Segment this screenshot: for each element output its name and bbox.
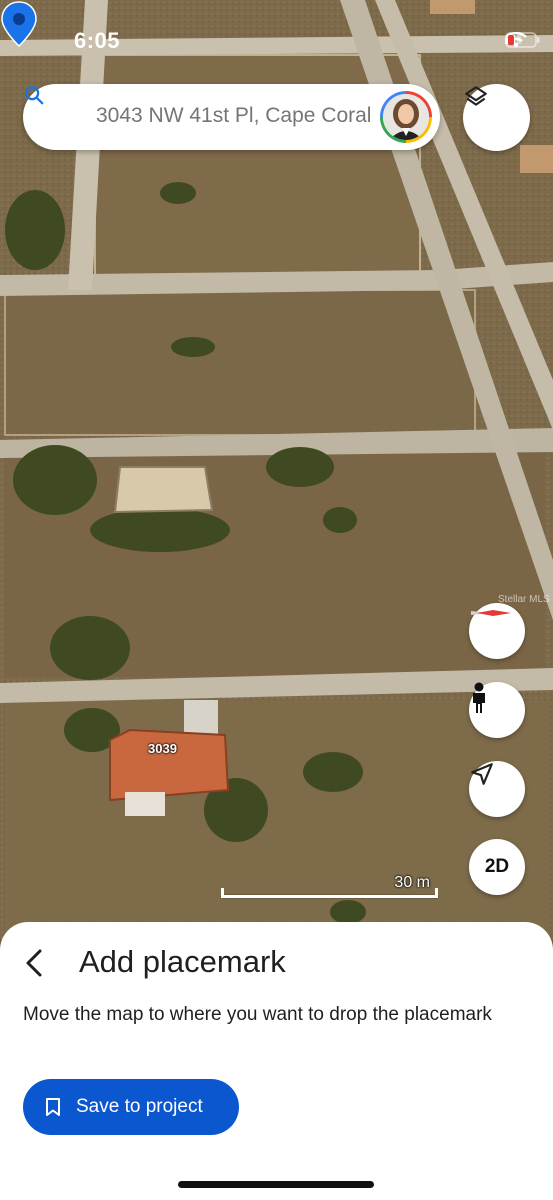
house-number-label: 3039 [148, 741, 177, 756]
battery-icon [505, 32, 540, 48]
home-indicator[interactable] [178, 1181, 374, 1188]
back-arrow-icon[interactable] [18, 946, 50, 980]
compass-button[interactable] [469, 603, 525, 659]
my-location-button[interactable] [469, 761, 525, 817]
scale-tick-right [435, 888, 438, 898]
placemark-pin-icon[interactable] [0, 0, 38, 48]
street-view-button[interactable] [469, 682, 525, 738]
search-bar[interactable]: 3043 NW 41st Pl, Cape Coral [23, 84, 440, 150]
status-time: 6:05 [74, 28, 121, 53]
search-input[interactable]: 3043 NW 41st Pl, Cape Coral [96, 104, 381, 128]
scale-bar [221, 895, 438, 898]
my-location-icon [471, 763, 493, 785]
save-to-project-button[interactable]: Save to project [23, 1079, 239, 1135]
scale-tick-left [221, 888, 224, 898]
map-scale: 30 m [221, 874, 438, 898]
sheet-description: Move the map to where you want to drop t… [23, 1004, 492, 1025]
layers-icon [465, 86, 487, 106]
view-mode-button[interactable]: 2D [469, 839, 525, 895]
compass-icon [471, 610, 511, 616]
pegman-icon [473, 682, 485, 713]
bookmark-icon [46, 1098, 60, 1116]
sheet-title: Add placemark [79, 944, 286, 979]
save-button-label: Save to project [76, 1096, 203, 1117]
layers-button[interactable] [463, 84, 530, 151]
add-placemark-sheet: Add placemark Move the map to where you … [0, 922, 553, 1200]
search-icon[interactable] [23, 84, 45, 106]
satellite-map[interactable]: 6:05 3043 NW 41st Pl, Cape Coral Stellar… [0, 0, 553, 940]
account-avatar[interactable] [380, 91, 432, 143]
avatar-photo [383, 94, 429, 140]
scale-label: 30 m [394, 874, 430, 891]
